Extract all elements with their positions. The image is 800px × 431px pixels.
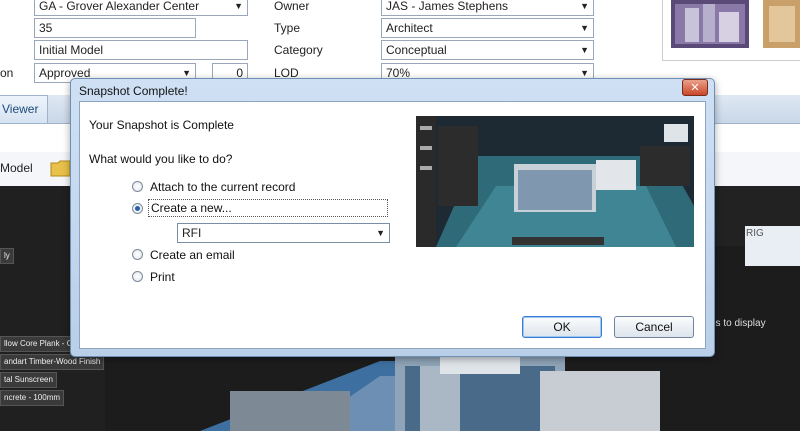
snapshot-preview-image xyxy=(416,116,694,247)
thumbnail-strip xyxy=(662,0,800,61)
owner-label: Owner xyxy=(274,0,310,13)
option-email-label[interactable]: Create an email xyxy=(150,247,235,263)
status-label: on xyxy=(0,66,14,80)
number-value: 35 xyxy=(39,21,53,35)
snapshot-complete-dialog: Snapshot Complete! ✕ Your Snapshot is Co… xyxy=(70,78,715,357)
dialog-question: What would you like to do? xyxy=(89,152,233,166)
element-item[interactable]: ncrete - 100mm xyxy=(0,390,65,406)
create-type-value: RFI xyxy=(182,226,202,240)
chevron-down-icon: ▼ xyxy=(580,23,589,33)
owner-value: JAS - James Stephens xyxy=(386,0,509,13)
category-value: Conceptual xyxy=(386,43,447,57)
tab-viewer[interactable]: Viewer xyxy=(0,95,48,123)
radio-print[interactable] xyxy=(132,271,143,282)
option-print-label[interactable]: Print xyxy=(150,269,175,285)
cancel-button[interactable]: Cancel xyxy=(614,316,694,338)
close-icon: ✕ xyxy=(690,82,700,94)
chevron-down-icon: ▼ xyxy=(580,1,589,11)
project-value: GA - Grover Alexander Center xyxy=(39,0,200,13)
radio-create-new[interactable] xyxy=(132,203,143,214)
option-attach-label[interactable]: Attach to the current record xyxy=(150,179,295,195)
ok-button[interactable]: OK xyxy=(522,316,602,338)
chevron-down-icon: ▼ xyxy=(376,228,385,238)
dialog-body: Your Snapshot is Complete What would you… xyxy=(79,101,706,349)
folder-icon[interactable] xyxy=(50,158,72,178)
type-label: Type xyxy=(274,21,301,35)
type-select[interactable]: Architect ▼ xyxy=(381,18,594,38)
owner-select[interactable]: JAS - James Stephens ▼ xyxy=(381,0,594,16)
number-field[interactable]: 35 xyxy=(34,18,196,38)
create-type-select[interactable]: RFI ▼ xyxy=(177,223,390,243)
view-cube-label[interactable]: RIG xyxy=(746,228,764,239)
category-select[interactable]: Conceptual ▼ xyxy=(381,40,594,60)
name-field[interactable]: Initial Model xyxy=(34,40,248,60)
side-tag[interactable]: ly xyxy=(0,248,14,264)
dialog-title: Snapshot Complete! xyxy=(79,84,188,98)
radio-create-email[interactable] xyxy=(132,249,143,260)
category-label: Category xyxy=(274,43,323,57)
element-item[interactable]: llow Core Plank - G xyxy=(0,336,77,352)
type-value: Architect xyxy=(386,21,433,35)
radio-attach[interactable] xyxy=(132,181,143,192)
option-create-new-label[interactable]: Create a new... xyxy=(148,199,388,217)
dialog-heading: Your Snapshot is Complete xyxy=(89,118,234,132)
model-label: Model xyxy=(0,161,33,175)
close-button[interactable]: ✕ xyxy=(682,79,708,96)
name-value: Initial Model xyxy=(39,43,104,57)
chevron-down-icon: ▼ xyxy=(580,45,589,55)
project-select[interactable]: GA - Grover Alexander Center ▼ xyxy=(34,0,248,16)
element-item[interactable]: tal Sunscreen xyxy=(0,372,57,388)
building-thumbnail-image[interactable] xyxy=(663,0,800,60)
chevron-down-icon: ▼ xyxy=(234,1,243,11)
